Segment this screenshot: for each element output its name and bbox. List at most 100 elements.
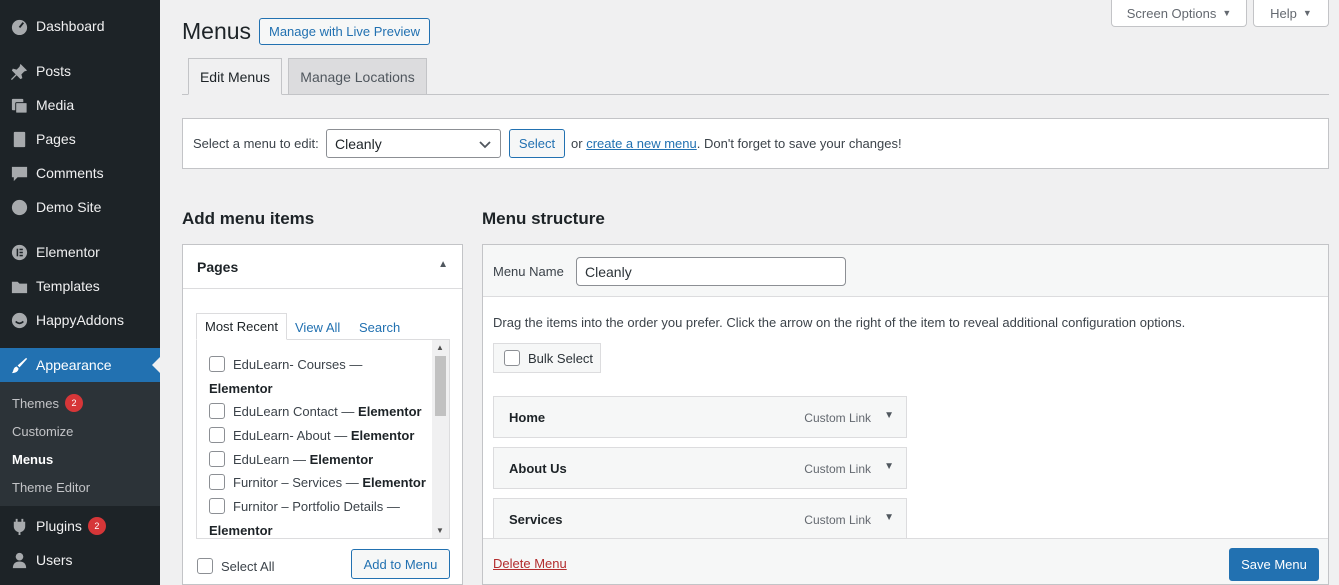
help-button[interactable]: Help ▼ <box>1253 0 1329 27</box>
select-menu-label: Select a menu to edit: <box>193 136 319 151</box>
screen-options-button[interactable]: Screen Options ▼ <box>1111 0 1247 27</box>
page-checkbox[interactable] <box>209 498 225 514</box>
expand-arrow-icon[interactable]: ▼ <box>884 461 894 472</box>
page-checkbox[interactable] <box>209 474 225 490</box>
submenu-item-label: Themes <box>12 395 59 411</box>
appearance-submenu: Themes 2 Customize Menus Theme Editor <box>0 382 160 506</box>
pages-checklist: EduLearn- Courses — Elementor EduLearn Co… <box>196 339 450 539</box>
list-item[interactable]: EduLearn — Elementor <box>209 448 431 472</box>
expand-arrow-icon[interactable]: ▼ <box>884 410 894 421</box>
scroll-up-icon[interactable]: ▲ <box>436 343 444 352</box>
tab-view-all[interactable]: View All <box>295 315 340 339</box>
sidebar-item-users[interactable]: Users <box>0 543 160 577</box>
delete-menu-link[interactable]: Delete Menu <box>493 556 567 571</box>
sidebar-item-posts[interactable]: Posts <box>0 54 160 88</box>
sidebar-item-elementor[interactable]: Elementor <box>0 235 160 269</box>
sidebar-item-pages[interactable]: Pages <box>0 122 160 156</box>
list-item[interactable]: EduLearn- About — Elementor <box>209 424 431 448</box>
menu-item-about-us[interactable]: About Us Custom Link ▼ <box>493 447 907 489</box>
page-checkbox[interactable] <box>209 356 225 372</box>
page-builder-label: Elementor <box>358 404 422 419</box>
sidebar-item-label: Demo Site <box>36 199 102 215</box>
sidebar-item-templates[interactable]: Templates <box>0 269 160 303</box>
menu-select-bar: Select a menu to edit: Cleanly Select or… <box>182 118 1329 169</box>
page-name: EduLearn — <box>233 452 306 467</box>
sidebar-item-plugins[interactable]: Plugins 2 <box>0 509 160 543</box>
menu-item-type: Custom Link <box>804 411 871 425</box>
media-icon <box>0 96 36 115</box>
sidebar-item-label: Appearance <box>36 357 112 373</box>
page-builder-label: Elementor <box>209 381 273 396</box>
bulk-select-checkbox[interactable]: Bulk Select <box>493 343 601 373</box>
list-item[interactable]: Furnitor – Services — Elementor <box>209 471 431 495</box>
menu-item-services[interactable]: Services Custom Link ▼ <box>493 498 907 540</box>
sidebar-item-dashboard[interactable]: Dashboard <box>0 9 160 43</box>
menu-name-input[interactable] <box>576 257 846 286</box>
tab-most-recent[interactable]: Most Recent <box>196 313 287 340</box>
page-checkbox[interactable] <box>209 427 225 443</box>
plug-icon <box>0 517 36 536</box>
pages-scrollbar[interactable]: ▲ ▼ <box>432 340 449 538</box>
list-item[interactable]: Furnitor – Portfolio Details — Elementor <box>209 495 431 538</box>
page-title: Menus <box>182 18 252 44</box>
tab-edit-menus[interactable]: Edit Menus <box>188 58 282 95</box>
pages-panel-header[interactable]: Pages ▲ <box>183 245 462 289</box>
scroll-down-icon[interactable]: ▼ <box>436 526 444 535</box>
menu-item-home[interactable]: Home Custom Link ▼ <box>493 396 907 438</box>
scrollbar-thumb[interactable] <box>435 356 446 416</box>
sidebar-item-comments[interactable]: Comments <box>0 156 160 190</box>
checkbox-box[interactable] <box>197 558 213 574</box>
sidebar-item-appearance[interactable]: Appearance <box>0 348 160 382</box>
create-new-menu-link[interactable]: create a new menu <box>586 136 697 151</box>
list-item[interactable]: EduLearn- Courses — Elementor <box>209 353 431 401</box>
sidebar-item-label: Comments <box>36 165 104 181</box>
sidebar-item-label: Pages <box>36 131 76 147</box>
select-all-label: Select All <box>221 558 275 574</box>
menu-item-type: Custom Link <box>804 462 871 476</box>
menu-name-label: Menu Name <box>493 264 564 279</box>
chevron-down-icon <box>479 141 491 149</box>
live-preview-button[interactable]: Manage with Live Preview <box>259 18 430 45</box>
select-all-checkbox[interactable]: Select All <box>197 558 274 574</box>
happyaddons-icon <box>0 311 36 330</box>
sidebar-item-label: Posts <box>36 63 72 79</box>
page-checkbox[interactable] <box>209 403 225 419</box>
collapse-arrow-icon[interactable]: ▲ <box>438 259 448 270</box>
menu-select-dropdown[interactable]: Cleanly <box>326 129 501 158</box>
sidebar-item-label: Elementor <box>36 244 100 260</box>
page-name: Furnitor – Portfolio Details — <box>233 499 400 514</box>
page-name: EduLearn Contact — <box>233 404 355 419</box>
bulk-select-label: Bulk Select <box>528 350 594 366</box>
page-icon <box>0 130 36 149</box>
tab-manage-locations[interactable]: Manage Locations <box>288 58 427 94</box>
save-menu-button[interactable]: Save Menu <box>1229 548 1319 581</box>
sidebar-item-label: Media <box>36 97 75 113</box>
admin-sidebar: Dashboard Posts Media Pages Comments Dem… <box>0 0 160 585</box>
sidebar-item-media[interactable]: Media <box>0 88 160 122</box>
tab-search[interactable]: Search <box>359 315 400 339</box>
sidebar-item-demo-site[interactable]: Demo Site <box>0 190 160 224</box>
list-item[interactable]: EduLearn Contact — Elementor <box>209 400 431 424</box>
submenu-item-menus[interactable]: Menus <box>12 449 53 469</box>
page-name: EduLearn- About — <box>233 428 348 443</box>
menu-item-title: About Us <box>509 461 567 476</box>
submenu-item-themes[interactable]: Themes 2 <box>12 393 83 413</box>
select-button[interactable]: Select <box>509 129 565 158</box>
add-to-menu-button[interactable]: Add to Menu <box>351 549 450 579</box>
brush-icon <box>0 356 36 375</box>
checkbox-box[interactable] <box>504 350 520 366</box>
sidebar-item-label: Users <box>36 552 73 568</box>
pin-icon <box>0 62 36 81</box>
submenu-item-theme-editor[interactable]: Theme Editor <box>12 477 90 497</box>
menu-select-value: Cleanly <box>335 135 382 152</box>
folder-icon <box>0 277 36 296</box>
expand-arrow-icon[interactable]: ▼ <box>884 512 894 523</box>
page-checkbox[interactable] <box>209 451 225 467</box>
menu-footer: Delete Menu Save Menu <box>483 538 1328 584</box>
submenu-item-customize[interactable]: Customize <box>12 421 73 441</box>
sidebar-item-happyaddons[interactable]: HappyAddons <box>0 303 160 337</box>
caret-down-icon: ▼ <box>1302 8 1312 18</box>
user-icon <box>0 551 36 570</box>
page-name: Furnitor – Services — <box>233 475 359 490</box>
screen-options-label: Screen Options <box>1126 5 1217 21</box>
